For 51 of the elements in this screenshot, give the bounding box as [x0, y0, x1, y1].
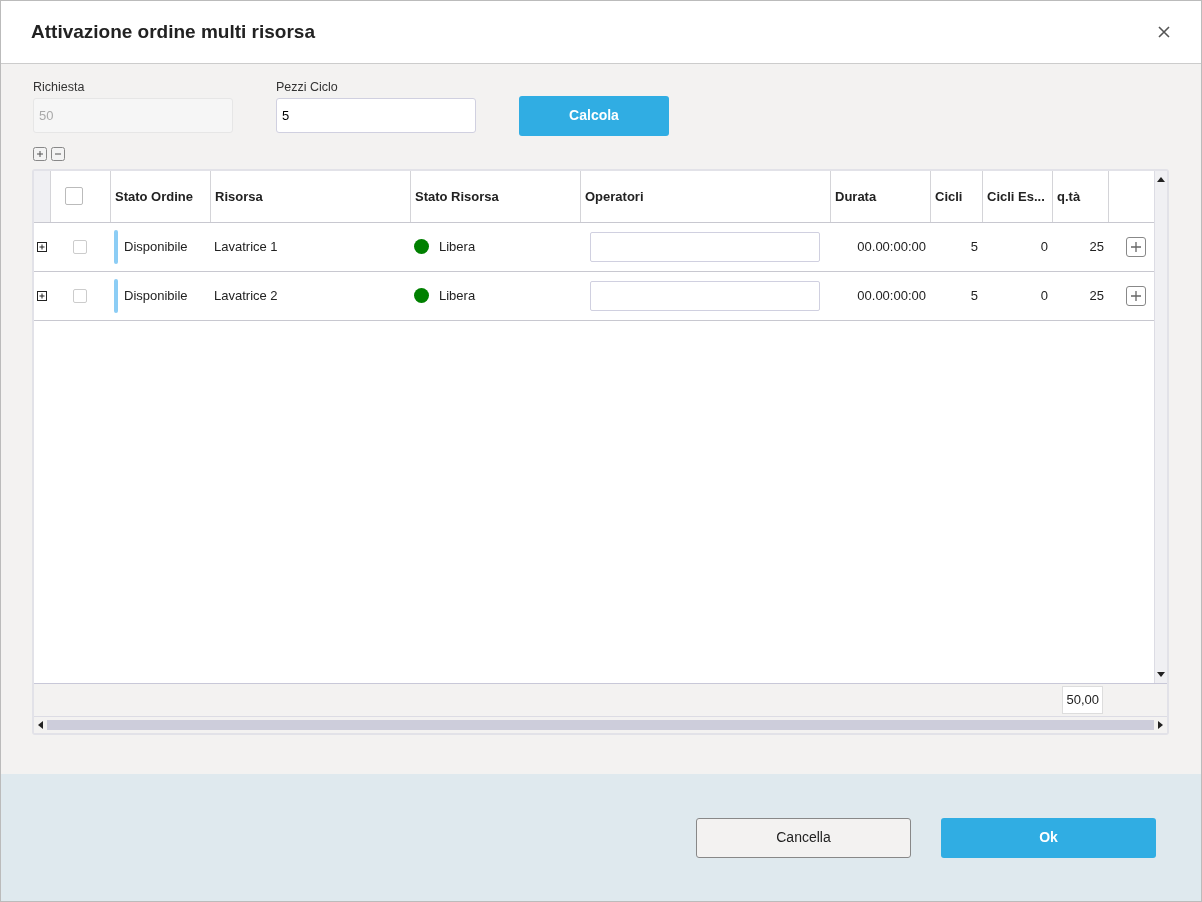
collapse-all-icon[interactable]: [51, 146, 65, 161]
column-header[interactable]: Cicli Es...: [987, 186, 1045, 206]
column-header[interactable]: Cicli: [935, 186, 963, 206]
table-cell-text: Disponibile: [124, 238, 188, 256]
column-header[interactable]: Stato Ordine: [115, 186, 193, 206]
scroll-right-icon[interactable]: [1158, 720, 1163, 729]
scroll-up-icon[interactable]: [1157, 176, 1165, 182]
expand-row-icon[interactable]: [37, 241, 47, 252]
plus-icon: [1129, 288, 1143, 303]
expand-all-icon[interactable]: [33, 146, 47, 161]
table-cell-text: Disponibile: [124, 287, 188, 305]
close-button[interactable]: [1157, 25, 1171, 39]
add-button[interactable]: [1126, 236, 1146, 257]
table-cell-text: 0: [1040, 287, 1048, 305]
scroll-left-icon[interactable]: [38, 720, 43, 729]
add-button[interactable]: [1126, 285, 1146, 306]
select-all-checkbox[interactable]: [65, 187, 83, 206]
scroll-down-icon[interactable]: [1157, 671, 1165, 677]
plus-icon: [1129, 239, 1143, 254]
row-checkbox[interactable]: [73, 288, 87, 303]
vertical-scrollbar[interactable]: [1154, 170, 1167, 683]
table-cell-text: 5: [970, 238, 978, 256]
input-field[interactable]: 5: [276, 97, 476, 133]
total-value: 50,00: [1062, 686, 1103, 714]
table-cell-text: Lavatrice 1: [214, 238, 278, 256]
column-header[interactable]: Durata: [835, 186, 877, 206]
table-cell-text: 25: [1089, 238, 1104, 256]
column-header[interactable]: q.tà: [1057, 186, 1081, 206]
table-cell-text: Lavatrice 2: [214, 287, 278, 305]
scrollbar-thumb[interactable]: [47, 719, 1154, 730]
field-label: Pezzi Ciclo: [276, 79, 339, 96]
header-corner: [34, 170, 50, 222]
table-cell-text: 5: [970, 287, 978, 305]
cancel-button[interactable]: Cancella: [696, 817, 911, 858]
table-row[interactable]: Disponibile Lavatrice 1 Libera 00.00:00:00 5 0 25: [34, 222, 1154, 272]
table-cell-text: 00.00:00:00: [857, 287, 926, 305]
table-cell-text: Libera: [439, 287, 476, 305]
column-header[interactable]: Stato Risorsa: [415, 186, 499, 206]
operators-field[interactable]: [590, 280, 820, 311]
row-checkbox[interactable]: [73, 239, 87, 254]
dialog-title: Attivazione ordine multi risorsa: [31, 19, 315, 44]
expand-row-icon[interactable]: [37, 290, 47, 301]
table-cell-text: 25: [1089, 287, 1104, 305]
table-cell-text: 0: [1040, 238, 1048, 256]
table-cell-text: 00.00:00:00: [857, 238, 926, 256]
column-header[interactable]: Operatori: [585, 186, 644, 206]
column-header[interactable]: Risorsa: [215, 186, 263, 206]
table-cell-text: Libera: [439, 238, 476, 256]
operators-field[interactable]: [590, 231, 820, 262]
table-row[interactable]: Disponibile Lavatrice 2 Libera 00.00:00:00 5 0 25: [34, 271, 1154, 321]
field-label: Richiesta: [33, 79, 86, 96]
